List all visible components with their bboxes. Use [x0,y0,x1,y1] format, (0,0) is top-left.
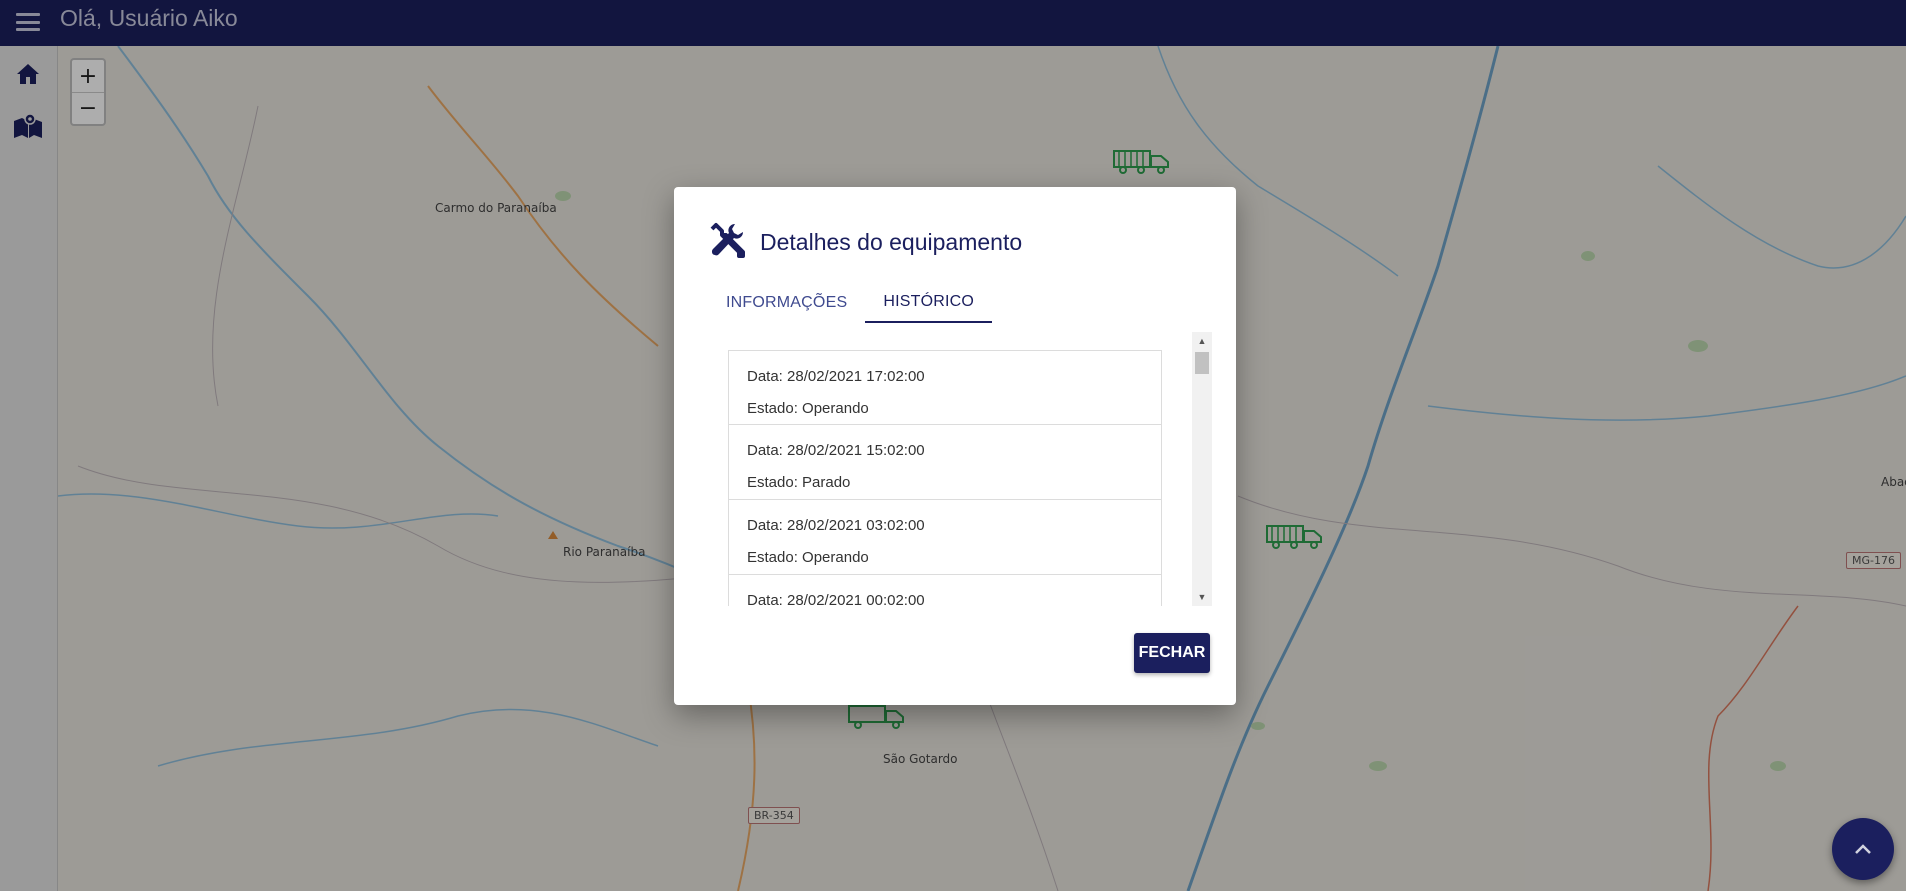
list-item: Data: 28/02/2021 00:02:00 [728,575,1162,606]
equipment-details-dialog: Detalhes do equipamento INFORMAÇÕES HIST… [674,187,1236,705]
close-button[interactable]: FECHAR [1134,633,1210,673]
tab-historico[interactable]: HISTÓRICO [865,283,993,323]
dialog-title: Detalhes do equipamento [760,229,1023,255]
history-list[interactable]: Data: 28/02/2021 17:02:00 Estado: Operan… [728,350,1162,606]
tools-icon [708,221,746,264]
history-date: Data: 28/02/2021 17:02:00 [747,368,925,385]
scrollbar[interactable]: ▲ ▼ [1192,332,1212,606]
scrollbar-thumb[interactable] [1195,352,1209,374]
scroll-top-button[interactable] [1832,818,1894,880]
history-date: Data: 28/02/2021 15:02:00 [747,442,925,459]
history-state: Estado: Parado [747,474,851,491]
list-item: Data: 28/02/2021 15:02:00 Estado: Parado [728,425,1162,500]
history-panel: Data: 28/02/2021 17:02:00 Estado: Operan… [728,332,1212,606]
history-date: Data: 28/02/2021 00:02:00 [747,592,925,606]
history-state: Estado: Operando [747,549,869,566]
list-item: Data: 28/02/2021 17:02:00 Estado: Operan… [728,350,1162,425]
chevron-up-icon [1855,844,1871,854]
tab-informacoes[interactable]: INFORMAÇÕES [708,283,865,323]
history-state: Estado: Operando [747,400,869,417]
scroll-down-arrow-icon[interactable]: ▼ [1192,588,1212,606]
list-item: Data: 28/02/2021 03:02:00 Estado: Operan… [728,500,1162,575]
dialog-tabs: INFORMAÇÕES HISTÓRICO [708,283,993,323]
history-date: Data: 28/02/2021 03:02:00 [747,517,925,534]
scroll-up-arrow-icon[interactable]: ▲ [1192,332,1212,350]
dialog-header: Detalhes do equipamento [708,221,1022,264]
